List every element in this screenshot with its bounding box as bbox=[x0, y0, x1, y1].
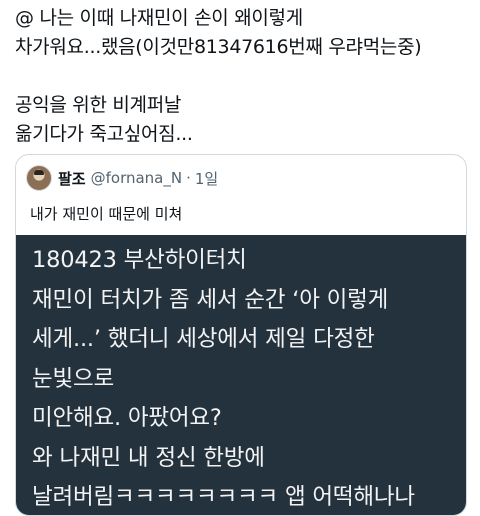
quote-tweet-card[interactable]: 팔조 @fornana_N · 1일 내가 재민이 때문에 미쳐 180423 … bbox=[15, 154, 467, 516]
quote-text: 내가 재민이 때문에 미쳐 bbox=[30, 205, 183, 223]
tweet-line-gap bbox=[15, 62, 470, 91]
tweet-text: @ 나는 이때 나재민이 손이 왜이렇게 차가워요...랬음(이것만813476… bbox=[15, 4, 470, 149]
image-text-line: 세게...’ 했더니 세상에서 제일 다정한 bbox=[32, 326, 375, 352]
tweet-line: @ 나는 이때 나재민이 손이 왜이렇게 bbox=[15, 7, 303, 29]
quote-image[interactable]: 180423 부산하이터치 재민이 터치가 좀 세서 순간 ‘아 이렇게 세게.… bbox=[16, 235, 466, 515]
image-text-line: 날려버림ㅋㅋㅋㅋㅋㅋㅋㅋ 앱 어떡해나나 bbox=[32, 484, 415, 510]
image-text-line: 와 나재민 내 정신 한방에 bbox=[32, 444, 265, 471]
image-text-line: 재민이 터치가 좀 세서 순간 ‘아 이렇게 bbox=[32, 286, 389, 313]
avatar[interactable] bbox=[26, 165, 52, 191]
quote-author-name[interactable]: 팔조 bbox=[58, 168, 86, 189]
image-text-line: 180423 부산하이터치 bbox=[32, 247, 247, 273]
tweet-line: 옮기다가 죽고싶어짐... bbox=[15, 123, 193, 145]
image-text-line: 눈빛으로 bbox=[32, 365, 115, 392]
image-text-line: 미안해요. 아팠어요? bbox=[32, 405, 222, 431]
quote-author-handle[interactable]: @fornana_N bbox=[91, 169, 182, 187]
quote-header: 팔조 @fornana_N · 1일 bbox=[26, 165, 218, 191]
separator-dot: · bbox=[186, 169, 191, 187]
quote-timestamp[interactable]: 1일 bbox=[195, 168, 218, 189]
tweet-line: 공익을 위한 비계퍼날 bbox=[15, 94, 182, 116]
tweet-line: 차가워요...랬음(이것만81347616번째 우랴먹는중) bbox=[15, 36, 422, 58]
image-text: 180423 부산하이터치 재민이 터치가 좀 세서 순간 ‘아 이렇게 세게.… bbox=[32, 241, 415, 515]
